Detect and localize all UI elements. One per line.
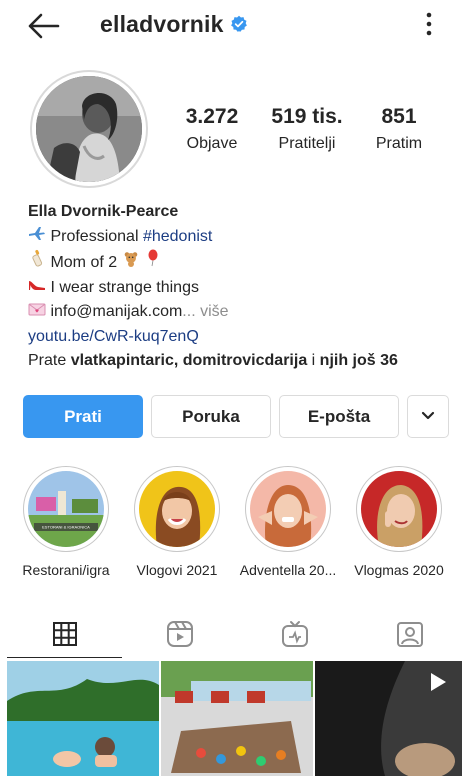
bio-website-link[interactable]: youtu.be/CwR-kuq7enQ xyxy=(28,325,448,350)
bio-email-text: info@manijak.com xyxy=(50,303,183,320)
bio-mom-text: Mom of 2 xyxy=(50,254,118,271)
followers-count: 519 tis. xyxy=(271,105,343,128)
profile-tabs xyxy=(0,610,462,658)
stat-followers[interactable]: 519 tis. Pratitelji xyxy=(264,105,350,153)
tab-igtv[interactable] xyxy=(237,610,352,658)
followed-by-names: vlatkapintaric, domitrovicdarija xyxy=(70,352,308,369)
posts-count: 3.272 xyxy=(185,105,239,128)
stat-following[interactable]: 851 Pratim xyxy=(368,105,430,153)
full-name: Ella Dvornik-Pearce xyxy=(28,203,179,220)
highlight-cover: ESTORANI & IGRAONICA xyxy=(28,471,104,547)
avatar-image xyxy=(36,76,142,182)
post-thumbnail[interactable] xyxy=(7,661,159,776)
suggested-dropdown-button[interactable] xyxy=(407,395,449,438)
highlight-sign-text: ESTORANI & IGRAONICA xyxy=(42,525,90,530)
follow-button[interactable]: Prati xyxy=(23,395,143,438)
highlight-caption: Restorani/igra xyxy=(22,562,110,578)
followed-by-prefix: Prate xyxy=(28,352,71,369)
bio-line-mom: Mom of 2 xyxy=(28,249,448,276)
reels-icon xyxy=(166,621,193,647)
portrait-red-icon xyxy=(361,471,437,547)
profile-avatar[interactable] xyxy=(30,70,148,188)
tab-reels[interactable] xyxy=(122,610,237,658)
bio-line-professional: Professional #hedonist xyxy=(28,225,448,250)
posts-label: Objave xyxy=(186,135,238,152)
highlight-adventella[interactable]: Adventella 20... xyxy=(229,466,347,578)
stat-posts[interactable]: 3.272 Objave xyxy=(178,105,246,153)
avatar-photo-icon xyxy=(36,76,142,182)
highlight-cover xyxy=(139,471,215,547)
chevron-down-icon xyxy=(421,411,435,420)
back-arrow-icon[interactable] xyxy=(26,12,60,40)
followers-label: Pratitelji xyxy=(278,135,336,152)
igtv-icon xyxy=(281,621,308,647)
playground-photo-icon: ESTORANI & IGRAONICA xyxy=(28,471,104,547)
following-label: Pratim xyxy=(375,135,423,152)
tab-posts-grid[interactable] xyxy=(7,610,122,658)
bio-strange-text: I wear strange things xyxy=(50,278,199,296)
balloon-icon xyxy=(144,249,162,276)
airplane-icon xyxy=(28,225,46,250)
pool-photo-icon xyxy=(7,661,159,776)
followed-by-line[interactable]: Prate vlatkapintaric, domitrovicdarija i… xyxy=(28,349,448,374)
message-button[interactable]: Poruka xyxy=(151,395,271,438)
video-play-icon xyxy=(431,673,446,691)
playground-balls-photo-icon xyxy=(161,661,313,776)
bio-line-strange: I wear strange things xyxy=(28,276,448,301)
hashtag-link[interactable]: #hedonist xyxy=(143,228,212,245)
highlight-ring: ESTORANI & IGRAONICA xyxy=(23,466,109,552)
post-thumbnail-video[interactable] xyxy=(315,661,462,776)
love-letter-icon xyxy=(28,300,46,325)
tab-tagged[interactable] xyxy=(352,610,462,658)
tagged-icon xyxy=(396,622,423,647)
highlight-vlogmas-2020[interactable]: Vlogmas 2020 xyxy=(340,466,458,578)
highlight-vlogovi-2021[interactable]: Vlogovi 2021 xyxy=(118,466,236,578)
profile-username: elladvornik xyxy=(100,11,248,38)
bio-line-email: info@manijak.com... više xyxy=(28,300,448,325)
baby-bottle-icon xyxy=(28,249,46,276)
highlight-ring xyxy=(356,466,442,552)
grid-icon xyxy=(52,621,77,646)
bio-professional-text: Professional xyxy=(50,227,143,245)
post-thumbnail[interactable] xyxy=(161,661,313,776)
highlight-ring xyxy=(134,466,220,552)
story-highlights: ESTORANI & IGRAONICA Restorani/igra Vlog… xyxy=(0,466,462,586)
portrait-pink-icon xyxy=(250,471,326,547)
teddy-bear-icon xyxy=(122,251,140,276)
bio-more-link[interactable]: ... više xyxy=(182,303,228,320)
email-button[interactable]: E-pošta xyxy=(279,395,399,438)
followed-by-and: i xyxy=(307,352,320,369)
posts-grid xyxy=(0,661,462,776)
more-vertical-icon[interactable] xyxy=(424,10,434,40)
highlight-cover xyxy=(250,471,326,547)
highlight-restorani[interactable]: ESTORANI & IGRAONICA Restorani/igra xyxy=(7,466,125,578)
highlight-caption: Adventella 20... xyxy=(239,562,337,578)
top-bar: elladvornik xyxy=(0,0,462,52)
profile-bio: Ella Dvornik-Pearce Professional #hedoni… xyxy=(28,200,448,374)
username-text: elladvornik xyxy=(100,11,224,37)
portrait-yellow-icon xyxy=(139,471,215,547)
highlight-cover xyxy=(361,471,437,547)
verified-badge-icon xyxy=(230,15,247,32)
following-count: 851 xyxy=(381,105,417,128)
highlight-caption: Vlogovi 2021 xyxy=(136,562,218,578)
highlight-ring xyxy=(245,466,331,552)
followed-by-more: njih još 36 xyxy=(319,352,398,369)
high-heel-icon xyxy=(28,276,46,301)
highlight-caption: Vlogmas 2020 xyxy=(354,562,444,578)
